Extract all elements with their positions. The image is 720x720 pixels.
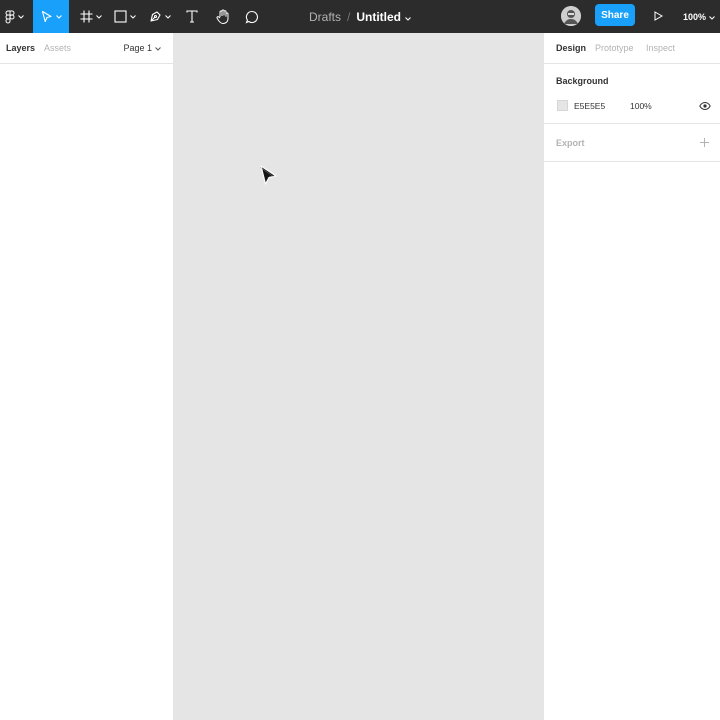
properties-panel: Design Prototype Inspect Background E5E5… bbox=[543, 33, 720, 720]
move-arrow-icon bbox=[41, 10, 53, 23]
chevron-down-icon bbox=[706, 12, 715, 22]
tab-inspect[interactable]: Inspect bbox=[646, 43, 675, 53]
left-panel-tabs: Layers Assets Page 1 bbox=[0, 33, 173, 64]
pen-tool-button[interactable] bbox=[145, 0, 175, 33]
avatar-icon bbox=[561, 6, 581, 26]
mouse-cursor-icon bbox=[259, 165, 279, 190]
present-button[interactable] bbox=[650, 8, 666, 24]
export-section: Export bbox=[544, 124, 720, 162]
chevron-down-icon bbox=[401, 10, 411, 24]
chevron-down-icon bbox=[165, 14, 171, 19]
background-section: Background E5E5E5 100% bbox=[544, 64, 720, 124]
design-canvas[interactable] bbox=[174, 33, 543, 720]
layers-panel: Layers Assets Page 1 bbox=[0, 33, 174, 720]
background-hex-input[interactable]: E5E5E5 bbox=[574, 101, 605, 111]
zoom-level: 100% bbox=[683, 11, 707, 22]
share-button[interactable]: Share bbox=[595, 4, 635, 26]
eye-icon[interactable] bbox=[699, 100, 711, 112]
add-export-icon[interactable] bbox=[699, 137, 710, 148]
background-title: Background bbox=[556, 76, 609, 86]
page-selector[interactable]: Page 1 bbox=[123, 43, 161, 53]
play-icon bbox=[650, 11, 666, 27]
chevron-down-icon bbox=[55, 14, 62, 19]
frame-tool-button[interactable] bbox=[76, 0, 106, 33]
main-menu-button[interactable] bbox=[0, 0, 28, 33]
tab-design[interactable]: Design bbox=[556, 43, 586, 53]
frame-hash-icon bbox=[80, 10, 93, 23]
file-name-menu[interactable]: Untitled bbox=[356, 10, 411, 24]
shape-tool-button[interactable] bbox=[110, 0, 140, 33]
export-title: Export bbox=[556, 138, 585, 148]
tab-prototype[interactable]: Prototype bbox=[595, 43, 634, 53]
breadcrumb-separator: / bbox=[347, 9, 351, 24]
chevron-down-icon bbox=[152, 43, 161, 53]
breadcrumb-folder-link[interactable]: Drafts bbox=[309, 10, 341, 24]
chevron-down-icon bbox=[130, 14, 136, 19]
chevron-down-icon bbox=[96, 14, 102, 19]
speech-bubble-icon bbox=[245, 10, 259, 24]
right-panel-tabs: Design Prototype Inspect bbox=[544, 33, 720, 64]
comment-tool-button[interactable] bbox=[242, 0, 262, 33]
hand-icon bbox=[216, 9, 230, 24]
move-tool-button[interactable] bbox=[33, 0, 69, 33]
background-opacity-input[interactable]: 100% bbox=[630, 101, 652, 111]
tab-assets[interactable]: Assets bbox=[44, 43, 71, 53]
pen-nib-icon bbox=[149, 10, 162, 23]
file-name: Untitled bbox=[356, 9, 402, 24]
hand-tool-button[interactable] bbox=[212, 0, 234, 33]
background-color-swatch[interactable] bbox=[557, 100, 568, 111]
text-t-icon bbox=[186, 10, 198, 23]
tab-layers[interactable]: Layers bbox=[6, 43, 35, 53]
figma-logo-icon bbox=[5, 10, 15, 24]
rectangle-icon bbox=[114, 10, 127, 23]
chevron-down-icon bbox=[17, 14, 24, 19]
text-tool-button[interactable] bbox=[182, 0, 202, 33]
top-toolbar: Drafts / Untitled Share 100% bbox=[0, 0, 720, 33]
user-avatar[interactable] bbox=[561, 6, 581, 26]
zoom-menu[interactable]: 100% bbox=[683, 0, 715, 33]
page-label: Page 1 bbox=[123, 43, 152, 53]
